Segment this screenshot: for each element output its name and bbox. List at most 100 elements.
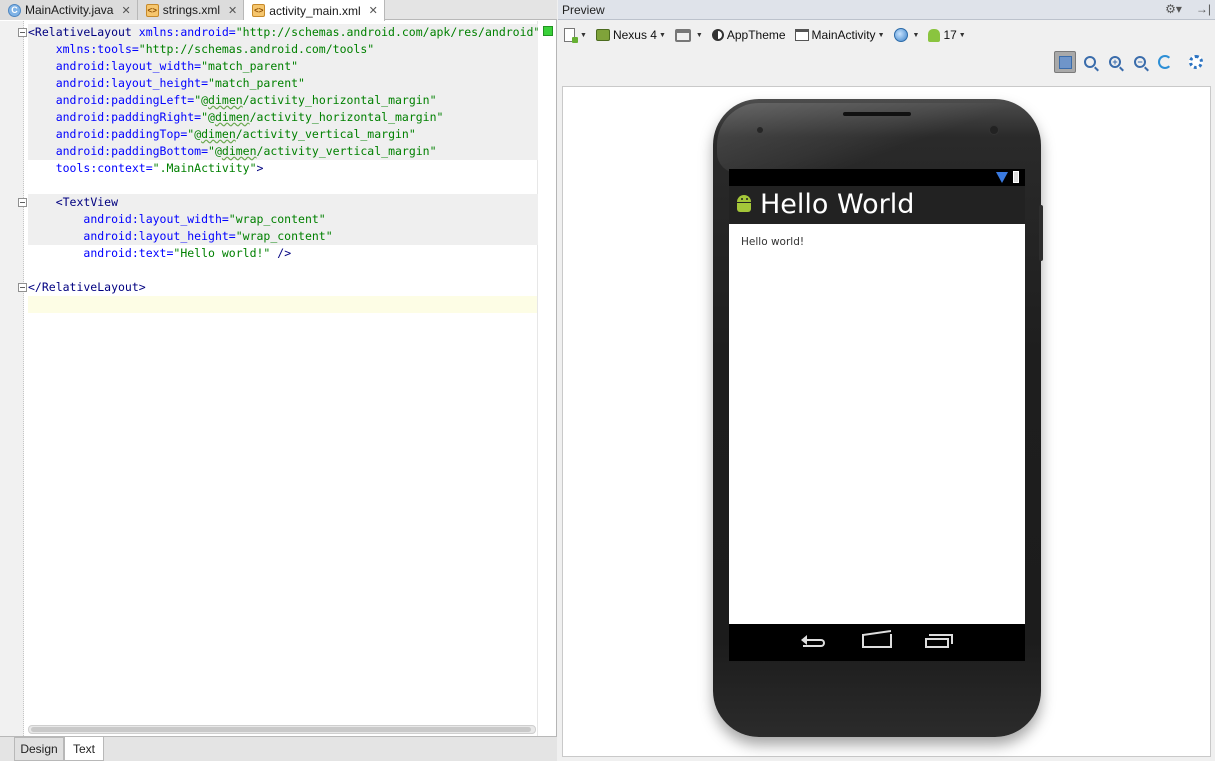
refresh-icon [1158, 55, 1172, 69]
scrollbar-thumb[interactable] [31, 727, 531, 732]
zoom-out-icon: − [1134, 56, 1146, 68]
code-line[interactable]: android:layout_height="wrap_content" [28, 228, 538, 245]
device-dropdown[interactable]: Nexus 4 ▼ [595, 25, 666, 45]
code-line[interactable]: tools:context=".MainActivity"> [28, 160, 538, 177]
tab-label: activity_main.xml [269, 3, 361, 18]
code-line[interactable]: android:layout_width="wrap_content" [28, 211, 538, 228]
tab-activity-main-xml[interactable]: <> activity_main.xml ✕ [244, 0, 385, 21]
fit-screen-icon [1058, 55, 1072, 69]
navigation-bar [729, 624, 1025, 661]
tab-design[interactable]: Design [14, 737, 64, 761]
options-button[interactable] [1185, 51, 1207, 73]
xml-value: "@ [187, 127, 202, 141]
close-icon[interactable]: ✕ [121, 4, 130, 17]
status-bar [729, 169, 1025, 186]
hide-panel-icon[interactable]: →| [1196, 2, 1211, 16]
xml-value: "Hello world!" [173, 246, 271, 260]
theme-icon [711, 29, 724, 41]
xml-value: "@ [194, 93, 209, 107]
code-line[interactable]: android:paddingBottom="@dimen/activity_v… [28, 143, 538, 160]
horizontal-scrollbar[interactable] [28, 725, 536, 734]
xml-value: "@ [201, 110, 215, 124]
xml-value-warning: dimen [208, 93, 243, 107]
code-area[interactable]: <RelativeLayout xmlns:android="http://sc… [28, 24, 538, 724]
zoom-toolbar: + − [558, 50, 1215, 76]
fold-toggle-icon[interactable] [18, 28, 27, 37]
code-line[interactable]: </RelativeLayout> [28, 279, 538, 296]
tab-label: MainActivity.java [25, 3, 114, 17]
xml-attribute: xmlns:android= [131, 25, 236, 39]
app-title: Hello World [760, 189, 915, 220]
tab-mainactivity-java[interactable]: C MainActivity.java ✕ [0, 0, 138, 20]
xml-value: /activity_vertical_margin" [256, 144, 437, 158]
xml-value: "wrap_content" [228, 212, 326, 226]
hello-textview[interactable]: Hello world! [741, 236, 804, 248]
editor-mode-tabs: Design Text [0, 736, 557, 761]
code-line[interactable]: android:paddingLeft="@dimen/activity_hor… [28, 92, 538, 109]
api-level-label: 17 [943, 28, 957, 42]
zoom-in-button[interactable]: + [1104, 51, 1126, 73]
code-line[interactable]: <TextView [28, 194, 538, 211]
xml-tag-close: /> [270, 246, 292, 260]
xml-value: /activity_horizontal_margin" [242, 93, 437, 107]
fold-toggle-icon[interactable] [18, 283, 27, 292]
xml-value: "http://schemas.android.com/apk/res/andr… [235, 25, 538, 39]
back-icon [801, 634, 829, 651]
preview-canvas: Hello World Hello world! [562, 86, 1211, 757]
front-camera [989, 125, 999, 135]
android-icon [928, 28, 941, 42]
code-line[interactable]: <RelativeLayout xmlns:android="http://sc… [28, 24, 538, 41]
code-line[interactable]: android:layout_height="match_parent" [28, 75, 538, 92]
code-line[interactable] [28, 262, 538, 279]
settings-icon[interactable]: ⚙▾ [1165, 2, 1182, 16]
actual-size-button[interactable] [1079, 51, 1101, 73]
zoom-to-fit-button[interactable] [1054, 51, 1076, 73]
device-screen: Hello World Hello world! [729, 169, 1025, 661]
battery-icon [1013, 171, 1019, 183]
close-icon[interactable]: ✕ [228, 4, 237, 17]
xml-tag: <RelativeLayout [28, 25, 132, 39]
fold-toggle-icon[interactable] [18, 198, 27, 207]
api-level-dropdown[interactable]: 17 ▼ [928, 25, 966, 45]
code-line[interactable] [28, 296, 537, 313]
tab-strings-xml[interactable]: <> strings.xml ✕ [137, 0, 245, 20]
activity-dropdown[interactable]: MainActivity ▼ [794, 25, 885, 45]
code-line[interactable]: android:text="Hello world!" /> [28, 245, 538, 262]
inspection-ok-icon[interactable] [543, 26, 553, 36]
code-line[interactable] [28, 177, 538, 194]
xml-value: "match_parent" [208, 76, 305, 90]
code-line[interactable]: android:paddingRight="@dimen/activity_ho… [28, 109, 538, 126]
zoom-out-button[interactable]: − [1129, 51, 1151, 73]
code-line[interactable]: xmlns:tools="http://schemas.android.com/… [28, 41, 538, 58]
activity-label: MainActivity [811, 28, 876, 42]
xml-file-icon: <> [145, 3, 159, 17]
xml-value-warning: dimen [214, 110, 250, 124]
xml-editor-pane: C MainActivity.java ✕ <> strings.xml ✕ <… [0, 0, 557, 761]
refresh-button[interactable] [1154, 51, 1176, 73]
recent-apps-icon [925, 634, 953, 651]
close-icon[interactable]: ✕ [369, 4, 378, 17]
orientation-dropdown[interactable]: ▼ [674, 25, 703, 45]
preview-title-bar: Preview ⚙▾ →| [558, 0, 1215, 20]
xml-value-warning: dimen [221, 144, 257, 158]
zoom-in-icon: + [1109, 56, 1121, 68]
xml-attribute: android:paddingTop= [55, 127, 188, 141]
code-line[interactable]: android:paddingTop="@dimen/activity_vert… [28, 126, 538, 143]
java-class-icon: C [8, 3, 21, 17]
code-line[interactable]: android:layout_width="match_parent" [28, 58, 538, 75]
tab-text[interactable]: Text [64, 737, 104, 761]
device-label: Nexus 4 [612, 28, 657, 42]
xml-value-warning: dimen [201, 127, 236, 141]
xml-value: /activity_horizontal_margin" [249, 110, 444, 124]
locale-dropdown[interactable]: ▼ [893, 25, 919, 45]
theme-selector[interactable]: AppTheme [711, 25, 786, 45]
configuration-dropdown[interactable]: ▼ [564, 25, 587, 45]
